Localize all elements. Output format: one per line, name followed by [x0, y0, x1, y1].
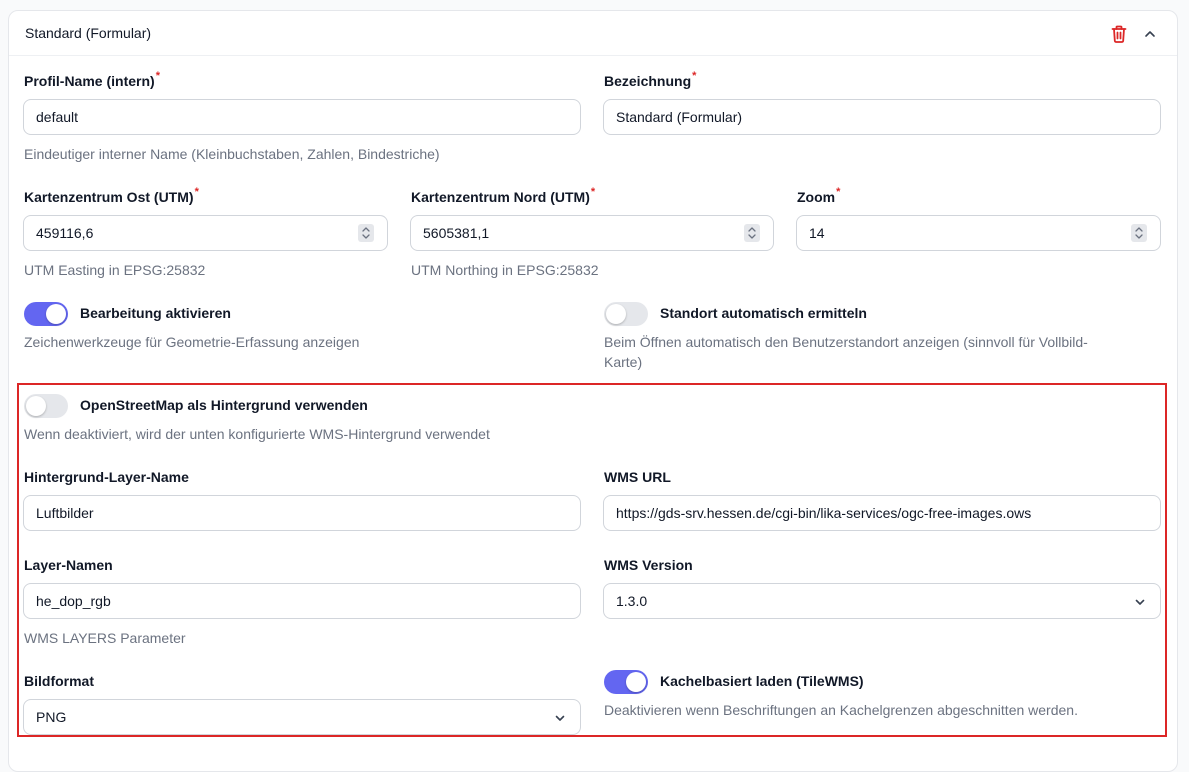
location-toggle-help-line1: Beim Öffnen automatisch den Benutzerstan… [604, 334, 1088, 350]
wms-version-label: WMS Version [604, 557, 693, 573]
layer-names-help: WMS LAYERS Parameter [24, 630, 186, 646]
osm-toggle-help: Wenn deaktiviert, wird der unten konfigu… [24, 426, 490, 442]
center-north-help: UTM Northing in EPSG:25832 [411, 262, 599, 278]
profile-name-label: Profil-Name (intern)* [24, 70, 160, 89]
layer-names-input[interactable] [23, 583, 581, 619]
chevron-down-icon [554, 711, 566, 727]
profile-name-input[interactable] [23, 99, 581, 135]
edit-toggle[interactable] [24, 302, 68, 326]
card-header[interactable]: Standard (Formular) [9, 11, 1177, 56]
bezeichnung-label: Bezeichnung* [604, 70, 697, 89]
zoom-label: Zoom* [797, 186, 841, 205]
wms-url-input[interactable] [603, 495, 1161, 531]
location-toggle-label: Standort automatisch ermitteln [660, 305, 867, 321]
card-title: Standard (Formular) [25, 25, 152, 41]
layer-names-label: Layer-Namen [24, 557, 113, 573]
location-toggle-help-line2: Karte) [604, 354, 643, 370]
toggle-knob [46, 304, 66, 324]
tilewms-toggle-help: Deaktivieren wenn Beschriftungen an Kach… [604, 702, 1078, 718]
toggle-knob [606, 304, 626, 324]
chevron-up-down-icon[interactable] [1131, 224, 1147, 242]
wms-url-label: WMS URL [604, 469, 671, 485]
image-format-value: PNG [36, 709, 67, 725]
edit-toggle-help: Zeichenwerkzeuge für Geometrie-Erfassung… [24, 334, 360, 350]
osm-toggle-label: OpenStreetMap als Hintergrund verwenden [80, 397, 368, 413]
wms-version-value: 1.3.0 [616, 593, 648, 609]
center-north-input[interactable] [410, 215, 774, 251]
edit-toggle-label: Bearbeitung aktivieren [80, 305, 231, 321]
tilewms-toggle[interactable] [604, 670, 648, 694]
tilewms-toggle-label: Kachelbasiert laden (TileWMS) [660, 673, 864, 689]
trash-icon[interactable] [1108, 23, 1130, 45]
center-east-help: UTM Easting in EPSG:25832 [24, 262, 206, 278]
osm-toggle[interactable] [24, 394, 68, 418]
location-toggle[interactable] [604, 302, 648, 326]
zoom-input[interactable] [796, 215, 1161, 251]
bg-layer-name-input[interactable] [23, 495, 581, 531]
center-north-label: Kartenzentrum Nord (UTM)* [411, 186, 596, 205]
toggle-knob [26, 396, 46, 416]
toggle-knob [626, 672, 646, 692]
center-east-input[interactable] [23, 215, 388, 251]
image-format-label: Bildformat [24, 673, 94, 689]
image-format-select[interactable]: PNG [23, 699, 581, 735]
chevron-down-icon [1134, 595, 1146, 611]
bg-layer-name-label: Hintergrund-Layer-Name [24, 469, 189, 485]
center-east-label: Kartenzentrum Ost (UTM)* [24, 186, 199, 205]
profile-name-help: Eindeutiger interner Name (Kleinbuchstab… [24, 146, 440, 162]
bezeichnung-input[interactable] [603, 99, 1161, 135]
chevron-up-down-icon[interactable] [358, 224, 374, 242]
wms-version-select[interactable]: 1.3.0 [603, 583, 1161, 619]
chevron-up-icon[interactable] [1139, 23, 1161, 45]
chevron-up-down-icon[interactable] [744, 224, 760, 242]
